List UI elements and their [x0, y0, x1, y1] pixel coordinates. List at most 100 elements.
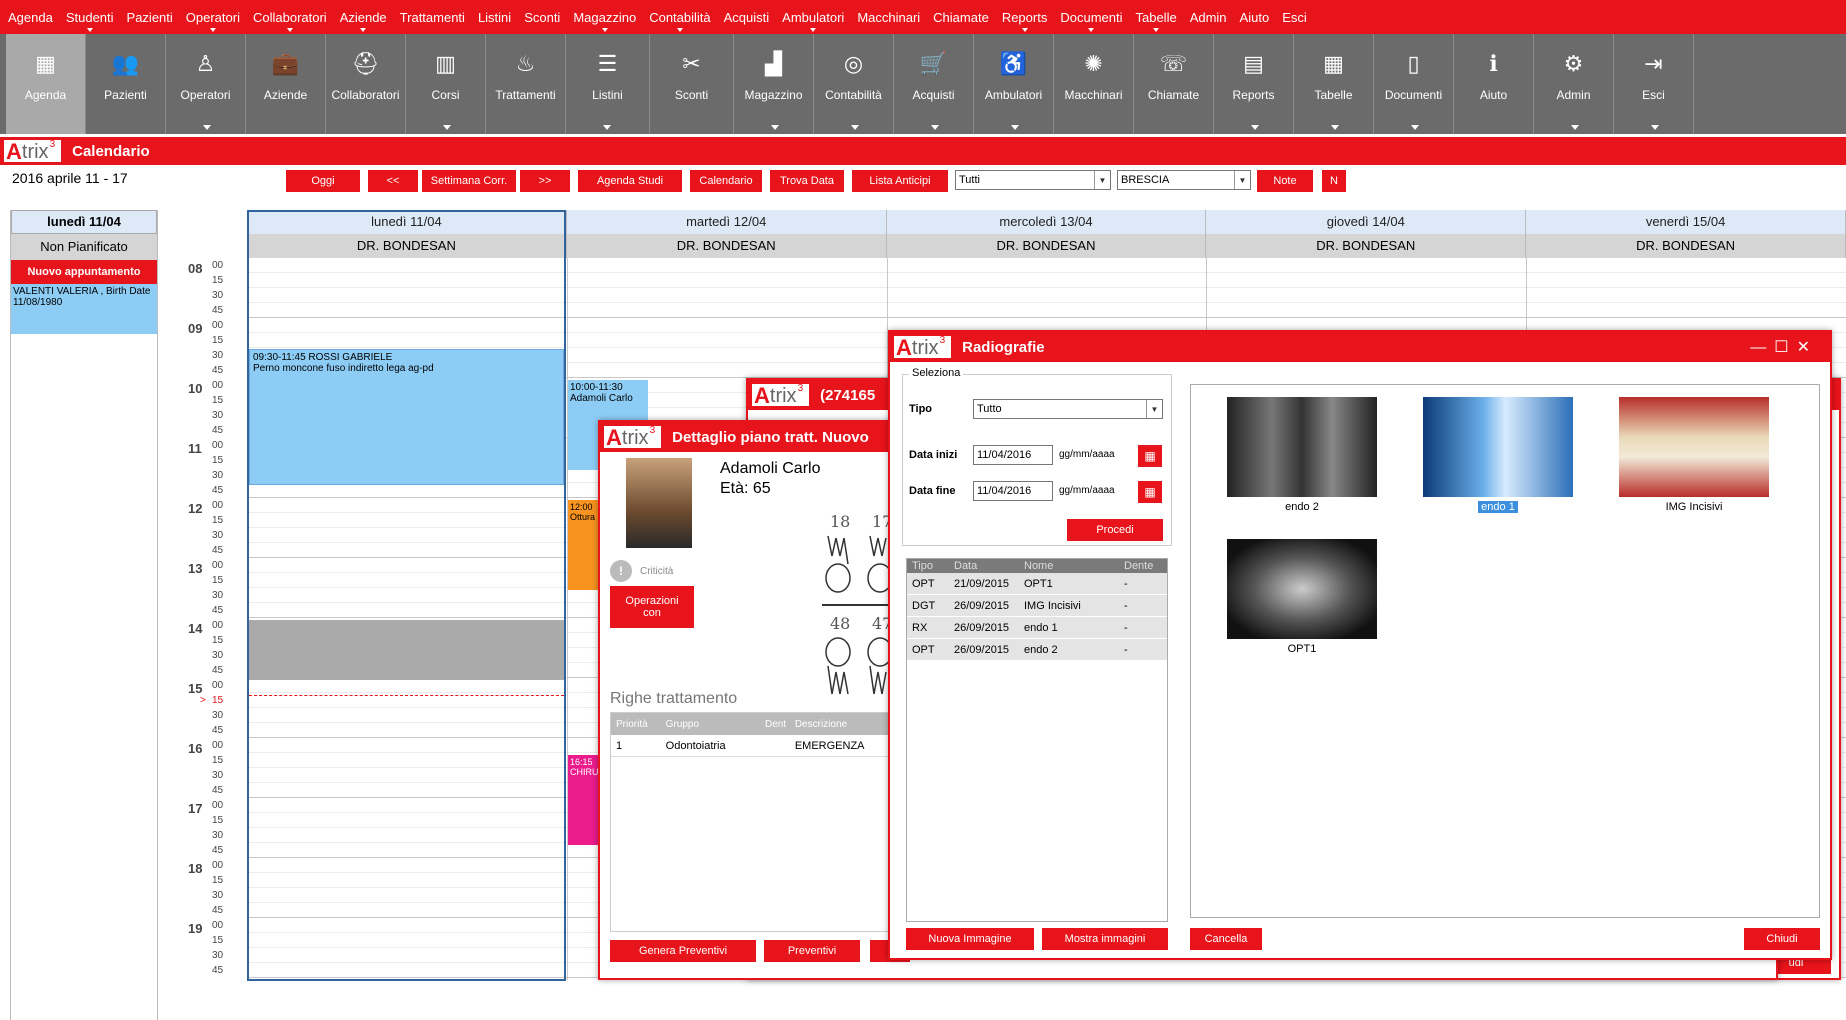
- time-slot[interactable]: [247, 258, 1846, 273]
- chevron-down-icon: [1331, 125, 1339, 130]
- oggi-button[interactable]: Oggi: [286, 170, 360, 192]
- toolbar-esci[interactable]: ⇥ Esci: [1614, 34, 1694, 134]
- menu-item-1[interactable]: Studenti: [66, 10, 114, 32]
- mostra-immagini-button[interactable]: Mostra immagini: [1042, 928, 1168, 950]
- minute-label: 15: [212, 275, 224, 286]
- toolbar-aziende[interactable]: 💼 Aziende: [246, 34, 326, 134]
- toolbar-contabilit[interactable]: ◎ Contabilità: [814, 34, 894, 134]
- toolbar-corsi[interactable]: ▥ Corsi: [406, 34, 486, 134]
- toolbar-tabelle[interactable]: ▦ Tabelle: [1294, 34, 1374, 134]
- genera-preventivi-button[interactable]: Genera Preventivi: [610, 940, 756, 962]
- xray-thumb-endo2[interactable]: [1227, 397, 1377, 497]
- preventivi-button[interactable]: Preventivi: [764, 940, 860, 962]
- toolbar-agenda[interactable]: ▦ Agenda: [6, 34, 86, 134]
- current-week-button[interactable]: Settimana Corr.: [422, 170, 516, 192]
- collaborator-icon: ⛑: [351, 51, 380, 76]
- table-row[interactable]: OPT 26/09/2015 endo 2 -: [907, 639, 1167, 661]
- day-header[interactable]: mercoledì 13/04: [886, 210, 1207, 234]
- menu-item-9[interactable]: Magazzino: [573, 10, 636, 32]
- xray-thumb-endo1[interactable]: [1423, 397, 1573, 497]
- menu-item-4[interactable]: Collaboratori: [253, 10, 327, 32]
- menu-item-16[interactable]: Documenti: [1060, 10, 1122, 32]
- lista-anticipi-button[interactable]: Lista Anticipi: [852, 170, 948, 192]
- day-header[interactable]: martedì 12/04: [566, 210, 887, 234]
- toolbar-collaboratori[interactable]: ⛑ Collaboratori: [326, 34, 406, 134]
- next-week-button[interactable]: >>: [520, 170, 570, 192]
- toolbar-sconti[interactable]: ✂ Sconti: [650, 34, 734, 134]
- calendar-picker-icon[interactable]: ▦: [1138, 445, 1162, 467]
- toolbar-operatori[interactable]: ♙ Operatori: [166, 34, 246, 134]
- tipo-select[interactable]: Tutto ▼: [973, 399, 1163, 419]
- toolbar-acquisti[interactable]: 🛒 Acquisti: [894, 34, 974, 134]
- procedi-button[interactable]: Procedi: [1067, 519, 1163, 541]
- time-slot[interactable]: [247, 288, 1846, 303]
- menu-item-20[interactable]: Esci: [1282, 10, 1307, 25]
- menu-item-2[interactable]: Pazienti: [127, 10, 173, 25]
- minute-label: 00: [212, 800, 224, 811]
- menu-item-10[interactable]: Contabilità: [649, 10, 711, 32]
- appointment-rossi[interactable]: 09:30-11:45 ROSSI GABRIELE Perno moncone…: [249, 349, 564, 485]
- data-inizio-input[interactable]: 11/04/2016: [973, 445, 1053, 465]
- menu-item-11[interactable]: Acquisti: [724, 10, 770, 25]
- time-slot[interactable]: [247, 273, 1846, 288]
- note-button[interactable]: Note: [1257, 170, 1313, 192]
- cancella-button[interactable]: Cancella: [1190, 928, 1262, 950]
- time-slot[interactable]: [247, 303, 1846, 318]
- menu-item-7[interactable]: Listini: [478, 10, 511, 25]
- menu-item-17[interactable]: Tabelle: [1135, 10, 1177, 32]
- toolbar-documenti[interactable]: ▯ Documenti: [1374, 34, 1454, 134]
- xray-thumb-opt1[interactable]: [1227, 539, 1377, 639]
- menu-item-6[interactable]: Trattamenti: [400, 10, 465, 25]
- toolbar-label: Ambulatori: [984, 88, 1043, 102]
- toolbar-chiamate[interactable]: ☏ Chiamate: [1134, 34, 1214, 134]
- toolbar-macchinari[interactable]: ✺ Macchinari: [1054, 34, 1134, 134]
- maximize-icon[interactable]: ☐: [1774, 339, 1796, 356]
- menu-item-0[interactable]: Agenda: [8, 10, 53, 25]
- photo-thumb-incisivi[interactable]: [1619, 397, 1769, 497]
- toolbar-trattamenti[interactable]: ♨ Trattamenti: [486, 34, 566, 134]
- day-header[interactable]: giovedì 14/04: [1206, 210, 1527, 234]
- menu-item-8[interactable]: Sconti: [524, 10, 560, 25]
- menu-item-12[interactable]: Ambulatori: [782, 10, 844, 32]
- menu-item-3[interactable]: Operatori: [186, 10, 240, 32]
- menu-item-13[interactable]: Macchinari: [857, 10, 920, 25]
- unplanned-appointment[interactable]: VALENTI VALERIA , Birth Date 11/08/1980: [11, 284, 157, 334]
- agenda-studi-button[interactable]: Agenda Studi: [578, 170, 682, 192]
- day-header[interactable]: lunedì 11/04: [247, 210, 567, 234]
- toolbar-aiuto[interactable]: ℹ Aiuto: [1454, 34, 1534, 134]
- menu-item-19[interactable]: Aiuto: [1240, 10, 1270, 25]
- operazioni-button[interactable]: Operazioni con: [610, 586, 694, 628]
- table-row[interactable]: RX 26/09/2015 endo 1 -: [907, 617, 1167, 639]
- calendario-button[interactable]: Calendario: [690, 170, 762, 192]
- minute-label: 15: [212, 575, 224, 586]
- prev-week-button[interactable]: <<: [368, 170, 418, 192]
- calendar-picker-icon[interactable]: ▦: [1138, 481, 1162, 503]
- close-icon[interactable]: ✕: [1797, 339, 1818, 356]
- day-header[interactable]: venerdì 15/04: [1526, 210, 1846, 234]
- image-gallery: endo 2 endo 1 IMG Incisivi OPT1: [1190, 384, 1820, 918]
- appointment-orange[interactable]: 12:00 Ottura: [568, 500, 598, 590]
- table-row[interactable]: OPT 21/09/2015 OPT1 -: [907, 573, 1167, 595]
- menu-item-15[interactable]: Reports: [1002, 10, 1047, 32]
- n-button[interactable]: N: [1322, 170, 1346, 192]
- toolbar-reports[interactable]: ▤ Reports: [1214, 34, 1294, 134]
- chiudi-button[interactable]: Chiudi: [1744, 928, 1820, 950]
- toolbar-ambulatori[interactable]: ♿ Ambulatori: [974, 34, 1054, 134]
- filter-select[interactable]: Tutti ▼: [955, 170, 1111, 190]
- toolbar-pazienti[interactable]: 👥 Pazienti: [86, 34, 166, 134]
- menu-item-5[interactable]: Aziende: [340, 10, 387, 32]
- trova-data-button[interactable]: Trova Data: [770, 170, 844, 192]
- toolbar-magazzino[interactable]: ▟ Magazzino: [734, 34, 814, 134]
- menu-item-18[interactable]: Admin: [1190, 10, 1227, 25]
- data-fine-input[interactable]: 11/04/2016: [973, 481, 1053, 501]
- minimize-icon[interactable]: —: [1750, 339, 1774, 356]
- table-row[interactable]: 1 Odontoiatria EMERGENZA: [611, 735, 909, 757]
- nuova-immagine-button[interactable]: Nuova Immagine: [906, 928, 1034, 950]
- new-appointment-button[interactable]: Nuovo appuntamento: [11, 260, 157, 284]
- location-select[interactable]: BRESCIA ▼: [1117, 170, 1251, 190]
- appointment-pink[interactable]: 16:15 CHIRU: [568, 755, 599, 845]
- toolbar-listini[interactable]: ☰ Listini: [566, 34, 650, 134]
- menu-item-14[interactable]: Chiamate: [933, 10, 989, 25]
- table-row[interactable]: DGT 26/09/2015 IMG Incisivi -: [907, 595, 1167, 617]
- toolbar-admin[interactable]: ⚙ Admin: [1534, 34, 1614, 134]
